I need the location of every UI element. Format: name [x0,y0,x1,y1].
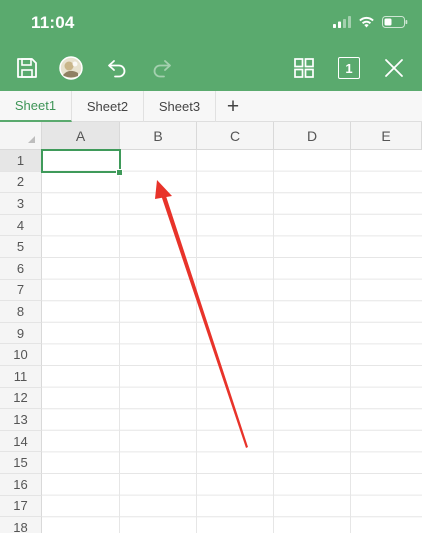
sheet-count-frame: 1 [338,57,360,79]
row-header-2[interactable]: 2 [0,171,42,194]
column-header-c[interactable]: C [197,122,274,150]
avatar-button[interactable] [55,52,87,84]
redo-icon [153,60,171,78]
sheet-count: 1 [345,60,353,76]
row-header-14[interactable]: 14 [0,430,42,453]
row-header-1[interactable]: 1 [0,150,42,172]
row-header-16[interactable]: 16 [0,474,42,496]
close-icon [385,59,403,77]
row-header-4[interactable]: 4 [0,214,42,237]
select-all-corner[interactable] [0,122,42,150]
undo-button[interactable] [101,52,133,84]
column-header-b[interactable]: B [120,122,197,150]
tab-label: Sheet3 [158,99,201,114]
column-header-e[interactable]: E [351,122,422,150]
row-header-17[interactable]: 17 [0,495,42,518]
selected-cell[interactable] [41,149,121,173]
sheet-tabs: Sheet1 Sheet2 Sheet3 + [0,91,422,122]
status-icons [333,16,408,28]
save-icon [17,58,37,78]
undo-icon [108,60,126,78]
grid-view-icon [294,58,314,78]
status-bar: 11:04 [0,0,422,44]
row-header-10[interactable]: 10 [0,344,42,366]
row-header-11[interactable]: 11 [0,366,42,388]
row-header-9[interactable]: 9 [0,322,42,345]
cellular-signal-icon [333,16,351,28]
add-sheet-label: + [226,94,240,118]
sheet-count-button[interactable]: 1 [333,52,365,84]
row-header-12[interactable]: 12 [0,387,42,410]
tab-sheet3[interactable]: Sheet3 [144,91,216,122]
row-header-15[interactable]: 15 [0,452,42,474]
close-button[interactable] [378,52,410,84]
add-sheet-button[interactable]: + [216,91,250,122]
cells-area[interactable] [42,150,422,533]
status-time: 11:04 [31,13,75,32]
tab-label: Sheet2 [86,99,129,114]
redo-button[interactable] [146,52,178,84]
battery-icon [382,16,408,28]
toolbar: 1 [0,44,422,91]
tab-label: Sheet1 [14,98,57,113]
save-button[interactable] [11,52,43,84]
spreadsheet-grid[interactable]: ABCDE 1 2 3 4 5 6 7 8 9 10 11 12 13 14 15 16 17 18 [0,122,422,533]
column-header-a[interactable]: A [42,122,120,150]
wifi-icon [359,16,374,28]
row-header-5[interactable]: 5 [0,236,42,258]
row-header-8[interactable]: 8 [0,301,42,323]
row-header-13[interactable]: 13 [0,409,42,431]
row-header-7[interactable]: 7 [0,279,42,302]
row-header-3[interactable]: 3 [0,193,42,215]
grid-view-button[interactable] [288,52,320,84]
tab-sheet2[interactable]: Sheet2 [72,91,144,122]
corner-triangle [28,136,35,143]
row-header-6[interactable]: 6 [0,258,42,280]
column-header-d[interactable]: D [274,122,351,150]
row-header-18[interactable]: 18 [0,517,42,533]
fill-handle[interactable] [116,169,123,176]
tab-sheet1[interactable]: Sheet1 [0,91,72,122]
avatar [59,56,83,80]
